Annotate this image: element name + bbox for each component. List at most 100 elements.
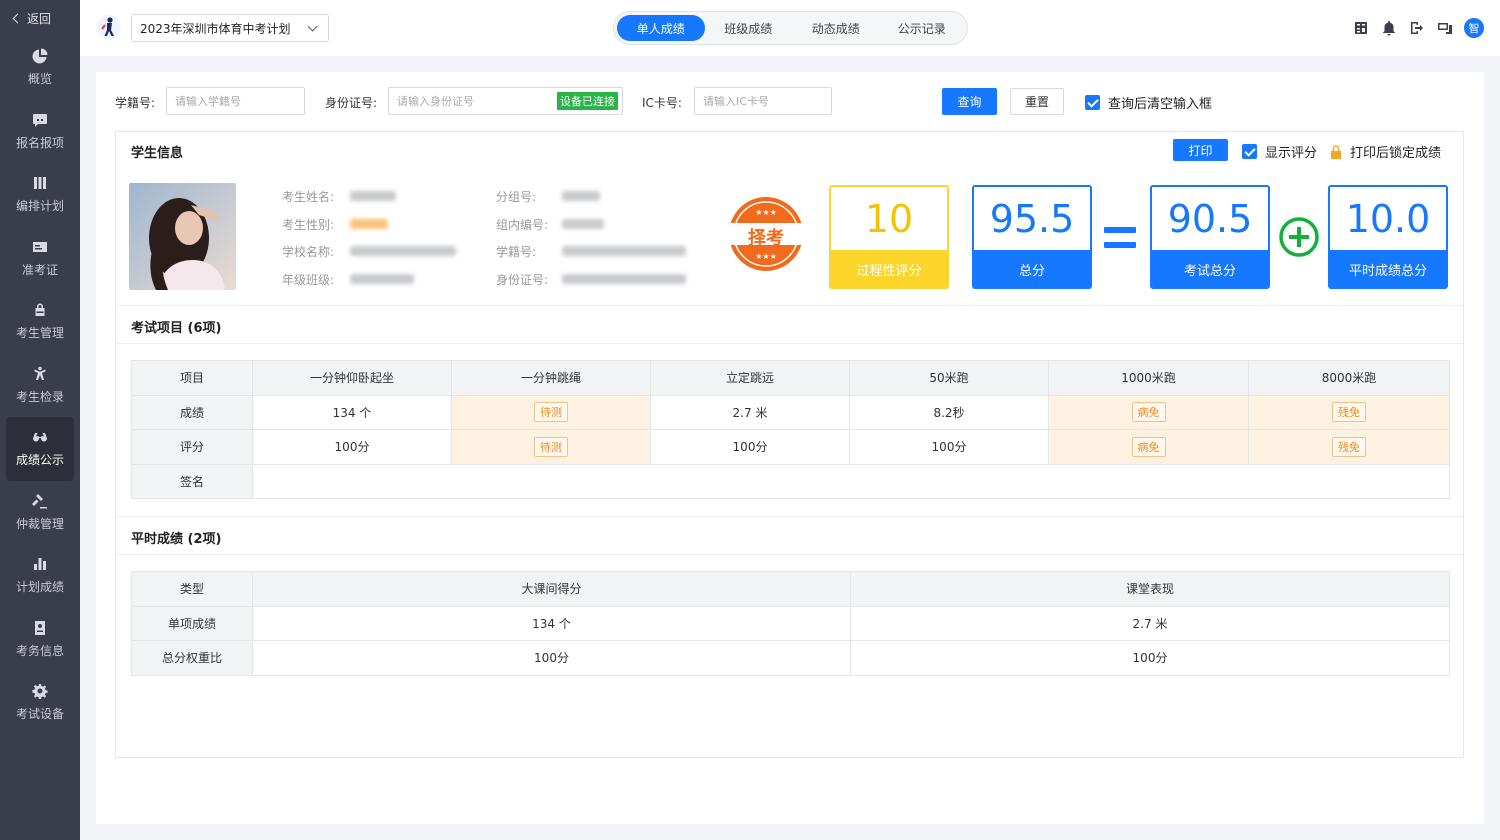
exit-icon[interactable] <box>1408 19 1426 37</box>
table-row: 成绩 134 个 待测 2.7 米 8.2秒 病免 残免 <box>131 394 1450 430</box>
table-cell: 2.7 米 <box>850 605 1450 641</box>
sidebar-item-label: 概览 <box>27 72 52 87</box>
query-bar: 学籍号: 请输入学籍号 身份证号: 请输入身份证号 设备已连接 IC卡号: 请输… <box>96 86 1484 116</box>
table-header: 50米跑 <box>849 360 1049 396</box>
avatar[interactable]: 智 <box>1464 18 1484 38</box>
table-header: 大课间得分 <box>252 571 851 607</box>
table-cell: 100分 <box>850 640 1450 676</box>
tab-dynamic-score[interactable]: 动态成绩 <box>792 15 880 41</box>
tab-class-score[interactable]: 班级成绩 <box>705 15 793 41</box>
table-cell: 2.7 米 <box>650 394 850 430</box>
status-badge: 待测 <box>534 402 568 423</box>
group-no-value <box>562 191 600 201</box>
print-button[interactable]: 打印 <box>1173 139 1228 161</box>
student-no-info-label: 学籍号: <box>496 245 537 259</box>
elective-exam-stamp: ★★★ ★★★ 择考 <box>727 195 805 273</box>
sidebar-item-exam-devices[interactable]: 考试设备 <box>0 671 80 735</box>
id-number-input[interactable]: 请输入身份证号 设备已连接 <box>388 87 623 115</box>
table-cell: 100分 <box>650 429 850 465</box>
table-header-row: 项目 一分钟仰卧起坐 一分钟跳绳 立定跳远 50米跑 1000米跑 8000米跑 <box>131 360 1450 396</box>
sidebar-item-registration[interactable]: 报名报项 <box>0 100 80 164</box>
candidate-name-label: 考生姓名: <box>282 190 335 204</box>
tab-single-score[interactable]: 单人成绩 <box>617 15 705 41</box>
tab-publicity-records[interactable]: 公示记录 <box>880 15 965 41</box>
sidebar-item-schedule[interactable]: 编排计划 <box>0 163 80 227</box>
reset-button[interactable]: 重置 <box>1010 88 1064 115</box>
sidebar-item-label: 仲裁管理 <box>15 516 64 531</box>
usual-scores-table: 类型 大课间得分 课堂表现 单项成绩 134 个 2.7 米 总分权重比 100… <box>131 571 1450 676</box>
table-cell: 100分 <box>252 640 851 676</box>
sidebar-item-arbitration[interactable]: 仲裁管理 <box>0 481 80 545</box>
table-cell: 残免 <box>1248 429 1450 465</box>
sidebar-item-label: 成绩公示 <box>15 453 64 468</box>
exam-total-card: 90.5 考试总分 <box>1150 185 1270 289</box>
sidebar-item-score-publicity[interactable]: 成绩公示 <box>6 417 74 481</box>
id-number-info-label: 身份证号: <box>496 273 549 287</box>
stamp-text: 择考 <box>748 228 784 249</box>
table-header: 一分钟跳绳 <box>451 360 651 396</box>
school-name-label: 学校名称: <box>282 245 335 259</box>
table-cell: 134 个 <box>252 394 452 430</box>
sidebar-item-candidate-management[interactable]: 考生管理 <box>0 290 80 354</box>
table-header: 课堂表现 <box>850 571 1450 607</box>
sidebar-item-label: 考务信息 <box>15 643 64 658</box>
show-score-checkbox[interactable]: 显示评分 <box>1242 142 1317 161</box>
candidate-name-value <box>350 191 396 201</box>
plan-select-value: 2023年深圳市体育中考计划 <box>140 21 291 36</box>
table-header-row: 类型 大课间得分 课堂表现 <box>131 571 1450 607</box>
sidebar-item-label: 编排计划 <box>15 199 64 214</box>
lock-after-print-label: 打印后锁定成绩 <box>1350 146 1442 161</box>
usual-total-value: 10.0 <box>1330 187 1446 250</box>
table-header: 一分钟仰卧起坐 <box>252 360 452 396</box>
clear-after-query-checkbox[interactable]: 查询后清空输入框 <box>1085 93 1212 112</box>
doc-user-icon <box>32 620 48 636</box>
svg-text:★★★: ★★★ <box>755 208 777 217</box>
result-panel: 学生信息 打印 显示评分 打印后锁定成绩 考生姓名: 考生性别: 学校名称: 年… <box>115 131 1464 758</box>
bar-chart-icon <box>32 556 48 572</box>
status-badge: 残免 <box>1332 402 1366 423</box>
table-header: 类型 <box>131 571 253 607</box>
process-score-value: 10 <box>831 187 947 250</box>
table-row: 评分 100分 待测 100分 100分 病免 残免 <box>131 429 1450 465</box>
group-no-label: 分组号: <box>496 190 537 204</box>
chevron-left-icon <box>12 13 23 23</box>
usual-total-caption: 平时成绩总分 <box>1330 250 1446 287</box>
ic-card-placeholder: 请输入IC卡号 <box>703 95 769 108</box>
lock-after-print-option[interactable]: 打印后锁定成绩 <box>1330 142 1441 161</box>
sidebar-item-plan-scores[interactable]: 计划成绩 <box>0 544 80 608</box>
student-no-input[interactable]: 请输入学籍号 <box>166 87 305 115</box>
section-divider <box>116 305 1463 306</box>
bell-icon[interactable] <box>1380 19 1398 37</box>
ic-card-input[interactable]: 请输入IC卡号 <box>694 87 832 115</box>
sidebar-item-exam-info[interactable]: 考务信息 <box>0 608 80 672</box>
table-header: 项目 <box>131 360 253 396</box>
sidebar-item-admission-ticket[interactable]: 准考证 <box>0 227 80 291</box>
total-score-value: 95.5 <box>974 187 1090 250</box>
usual-total-card: 10.0 平时成绩总分 <box>1328 185 1448 289</box>
glasses-icon <box>32 429 48 445</box>
in-group-no-label: 组内编号: <box>496 218 549 232</box>
ic-card-label: IC卡号: <box>642 96 682 110</box>
sidebar-item-label: 考生管理 <box>15 326 64 341</box>
id-card-icon <box>32 239 48 255</box>
devices-icon[interactable] <box>1436 19 1454 37</box>
back-button[interactable]: 返回 <box>0 0 80 36</box>
table-row: 签名 <box>131 463 1450 499</box>
sidebar-item-checkin[interactable]: 考生检录 <box>0 354 80 418</box>
section-divider <box>116 343 1463 344</box>
plan-select[interactable]: 2023年深圳市体育中考计划 <box>131 14 329 42</box>
calculator-icon[interactable] <box>1352 19 1370 37</box>
status-badge: 病免 <box>1131 402 1166 423</box>
exam-items-title: 考试项目 (6项) <box>131 321 222 336</box>
columns-icon <box>32 175 48 191</box>
sidebar-item-overview[interactable]: 概览 <box>0 36 80 100</box>
usual-scores-title: 平时成绩 (2项) <box>131 532 222 547</box>
sidebar-item-label: 报名报项 <box>15 135 64 150</box>
status-badge: 残免 <box>1332 436 1366 457</box>
student-no-placeholder: 请输入学籍号 <box>175 95 241 108</box>
search-button[interactable]: 查询 <box>942 88 997 115</box>
plus-circle-icon <box>1279 217 1319 257</box>
checkbox-checked-icon <box>1085 95 1100 110</box>
table-cell: 134 个 <box>252 605 851 641</box>
lock-user-icon <box>32 302 48 318</box>
